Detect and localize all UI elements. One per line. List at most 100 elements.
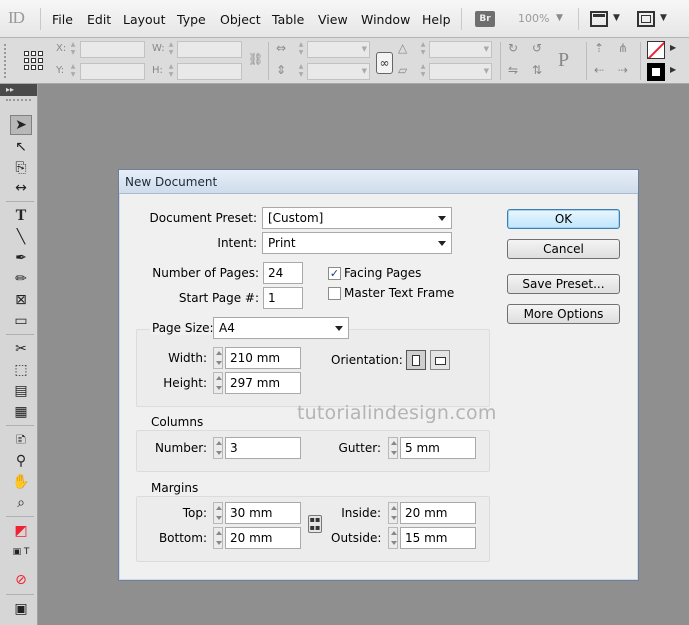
screen-mode-icon[interactable]: ▣ — [10, 599, 32, 619]
select-next-icon[interactable]: ⇢ — [618, 63, 628, 77]
h-field[interactable] — [177, 63, 242, 80]
top-margin-input[interactable]: 30 mm — [225, 502, 301, 524]
gradient-feather-tool-icon[interactable]: ▦ — [10, 402, 32, 422]
width-input[interactable]: 210 mm — [225, 347, 301, 369]
gutter-spinner[interactable] — [388, 437, 398, 459]
screen-mode-icon[interactable] — [637, 11, 655, 27]
menu-view[interactable]: View — [318, 12, 348, 27]
scale-x-spinner[interactable]: ▲ ▼ — [297, 41, 305, 58]
shear-spinner[interactable]: ▲ ▼ — [419, 63, 427, 80]
height-input[interactable]: 297 mm — [225, 372, 301, 394]
h-spinner[interactable]: ▲ ▼ — [167, 63, 175, 80]
free-transform-tool-icon[interactable]: ⬚ — [10, 360, 32, 380]
eyedropper-tool-icon[interactable]: ⚲ — [10, 451, 32, 471]
rotate-ccw-icon[interactable]: ↺ — [532, 41, 542, 55]
bottom-margin-spinner[interactable] — [213, 527, 223, 549]
intent-select[interactable]: Print — [262, 232, 452, 254]
hand-tool-icon[interactable]: ✋ — [10, 472, 32, 492]
height-spinner[interactable] — [213, 372, 223, 394]
save-preset-button[interactable]: Save Preset... — [507, 274, 620, 294]
outside-margin-input[interactable]: 15 mm — [400, 527, 476, 549]
inside-margin-input[interactable]: 20 mm — [400, 502, 476, 524]
w-spinner[interactable]: ▲ ▼ — [167, 41, 175, 58]
scale-y-field[interactable]: ▼ — [307, 63, 370, 80]
fill-stroke-icon[interactable]: ◩ — [10, 521, 32, 541]
scale-y-icon[interactable]: ⇕ — [276, 63, 286, 77]
menu-window[interactable]: Window — [361, 12, 410, 27]
master-text-frame-checkbox[interactable] — [328, 287, 341, 300]
columns-number-spinner[interactable] — [213, 437, 223, 459]
scale-x-icon[interactable]: ⇔ — [276, 41, 286, 55]
menu-object[interactable]: Object — [220, 12, 261, 27]
type-tool-icon[interactable]: T — [10, 206, 32, 226]
select-content-icon[interactable]: ⋔ — [618, 41, 628, 55]
scissors-tool-icon[interactable]: ✂ — [10, 339, 32, 359]
rotate-angle-icon[interactable]: △ — [398, 41, 407, 55]
menu-layout[interactable]: Layout — [123, 12, 166, 27]
apply-none-icon[interactable]: ⊘ — [10, 570, 32, 590]
inside-margin-spinner[interactable] — [388, 502, 398, 524]
gap-tool-icon[interactable]: ↔ — [10, 178, 32, 198]
rotate-cw-icon[interactable]: ↻ — [508, 41, 518, 55]
rotate-spinner[interactable]: ▲ ▼ — [419, 41, 427, 58]
link-margins-icon[interactable]: ▪▪ ▪▪ — [308, 515, 322, 533]
panel-grip[interactable] — [4, 44, 6, 78]
chevron-down-icon[interactable]: ▼ — [613, 13, 620, 23]
flip-vertical-icon[interactable]: ⇅ — [532, 63, 542, 77]
panel-collapse-icon[interactable]: ▸▸ — [0, 84, 37, 96]
portrait-orientation-icon[interactable] — [406, 350, 426, 370]
flip-horizontal-icon[interactable]: ⇋ — [508, 63, 518, 77]
pencil-tool-icon[interactable]: ✏ — [10, 269, 32, 289]
selection-tool-icon[interactable]: ➤ — [10, 115, 32, 135]
columns-number-input[interactable]: 3 — [225, 437, 301, 459]
number-of-pages-input[interactable]: 24 — [263, 262, 303, 284]
facing-pages-checkbox[interactable]: ✓ — [328, 267, 341, 280]
chevron-down-icon[interactable]: ▼ — [556, 13, 563, 23]
rotate-field[interactable]: ▼ — [429, 41, 492, 58]
zoom-tool-icon[interactable]: ⌕ — [10, 493, 32, 513]
w-field[interactable] — [177, 41, 242, 58]
zoom-level[interactable]: 100% — [518, 12, 549, 25]
bridge-icon[interactable]: Br — [475, 11, 495, 27]
reference-point-icon[interactable] — [24, 51, 44, 71]
constrain-proportions-icon[interactable]: ⛓ — [248, 52, 263, 66]
page-tool-icon[interactable]: ⎘ — [10, 158, 32, 178]
rectangle-tool-icon[interactable]: ▭ — [10, 311, 32, 331]
pen-tool-icon[interactable]: ✒ — [10, 248, 32, 268]
y-field[interactable] — [80, 63, 145, 80]
scale-x-field[interactable]: ▼ — [307, 41, 370, 58]
panel-grip[interactable] — [6, 99, 31, 105]
direct-selection-tool-icon[interactable]: ↖ — [10, 137, 32, 157]
menu-type[interactable]: Type — [177, 12, 206, 27]
rectangle-frame-tool-icon[interactable]: ⊠ — [10, 290, 32, 310]
document-preset-select[interactable]: [Custom] — [262, 207, 452, 229]
chevron-right-icon[interactable]: ▶ — [670, 43, 676, 52]
line-tool-icon[interactable]: ╲ — [10, 227, 32, 247]
top-margin-spinner[interactable] — [213, 502, 223, 524]
x-spinner[interactable]: ▲ ▼ — [69, 41, 77, 58]
link-scale-icon[interactable]: ∞ — [376, 52, 393, 74]
note-tool-icon[interactable]: 🗈 — [10, 430, 32, 450]
width-spinner[interactable] — [213, 347, 223, 369]
formatting-affects-icon[interactable]: ▣ T — [10, 542, 32, 562]
y-spinner[interactable]: ▲ ▼ — [69, 63, 77, 80]
chevron-right-icon[interactable]: ▶ — [670, 65, 676, 74]
bottom-margin-input[interactable]: 20 mm — [225, 527, 301, 549]
landscape-orientation-icon[interactable] — [430, 350, 450, 370]
select-previous-icon[interactable]: ⇠ — [594, 63, 604, 77]
chevron-down-icon[interactable]: ▼ — [660, 13, 667, 23]
fill-swatch[interactable] — [647, 63, 665, 81]
shear-field[interactable]: ▼ — [429, 63, 492, 80]
view-options-icon[interactable] — [590, 11, 608, 27]
stroke-swatch[interactable] — [647, 41, 665, 59]
menu-help[interactable]: Help — [422, 12, 451, 27]
start-page-input[interactable]: 1 — [263, 287, 303, 309]
shear-angle-icon[interactable]: ▱ — [398, 63, 407, 77]
gutter-input[interactable]: 5 mm — [400, 437, 476, 459]
select-container-icon[interactable]: ⇡ — [594, 41, 604, 55]
gradient-swatch-tool-icon[interactable]: ▤ — [10, 381, 32, 401]
x-field[interactable] — [80, 41, 145, 58]
more-options-button[interactable]: More Options — [507, 304, 620, 324]
page-size-select[interactable]: A4 — [213, 317, 349, 339]
menu-table[interactable]: Table — [272, 12, 304, 27]
